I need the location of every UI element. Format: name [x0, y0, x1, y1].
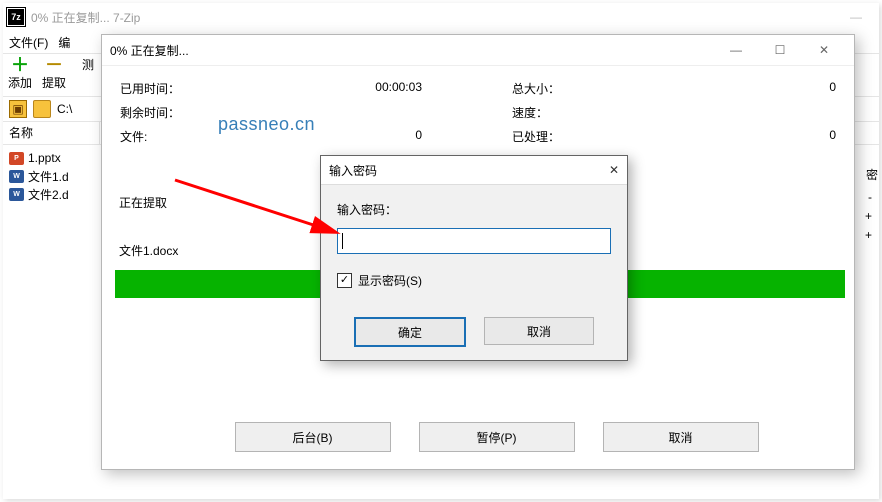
processed-label: 已处理： — [512, 128, 560, 145]
docx-icon: W — [9, 170, 24, 183]
toolbar-add-label: 添加 — [8, 74, 32, 91]
column-name[interactable]: 名称 — [3, 122, 100, 144]
elapsed-label: 已用时间： — [120, 80, 180, 97]
speed-label: 速度： — [512, 104, 548, 121]
app-icon: 7z — [7, 8, 25, 26]
file-name: 1.pptx — [28, 151, 61, 165]
show-password-label: 显示密码(S) — [358, 272, 422, 289]
watermark-text: passneo.cn — [218, 114, 315, 135]
toolbar-test-label: 测 — [82, 56, 94, 73]
folder-icon[interactable] — [33, 100, 51, 118]
menu-file[interactable]: 文件(F) — [9, 34, 48, 51]
text-caret — [342, 233, 343, 249]
password-title-bar[interactable]: 输入密码 ✕ — [321, 156, 627, 185]
background-button[interactable]: 后台(B) — [235, 422, 391, 452]
cancel-button[interactable]: 取消 — [484, 317, 594, 345]
column-encrypted[interactable]: 密 — [866, 166, 878, 183]
pptx-icon: P — [9, 152, 24, 165]
computer-icon[interactable]: ▣ — [9, 100, 27, 118]
processed-value: 0 — [776, 128, 836, 142]
total-value: 0 — [776, 80, 836, 94]
maximize-button[interactable]: ☐ — [758, 36, 802, 64]
encrypted-flag: + — [865, 228, 872, 242]
password-input[interactable] — [337, 228, 611, 254]
ok-button[interactable]: 确定 — [354, 317, 466, 347]
file-name: 文件1.d — [28, 168, 69, 185]
menu-edit[interactable]: 编 — [58, 34, 70, 51]
toolbar-test-button[interactable]: 测 — [71, 56, 105, 73]
path-text[interactable]: C:\ — [57, 102, 72, 116]
toolbar-extract-button[interactable]: － 提取 — [37, 56, 71, 91]
current-file-label: 文件1.docx — [119, 242, 178, 259]
pause-button[interactable]: 暂停(P) — [419, 422, 575, 452]
progress-title-bar[interactable]: 0% 正在复制... — ☐ ✕ — [102, 35, 854, 66]
outer-title-bar: 7z 0% 正在复制... 7-Zip — — [3, 3, 879, 31]
show-password-checkbox[interactable]: ✓ — [337, 273, 352, 288]
outer-window-title: 0% 正在复制... 7-Zip — [31, 9, 140, 26]
elapsed-value: 00:00:03 — [362, 80, 422, 94]
close-icon[interactable]: ✕ — [609, 163, 619, 177]
outer-minimize-button[interactable]: — — [833, 3, 879, 31]
encrypted-flag: + — [865, 209, 872, 223]
cancel-button[interactable]: 取消 — [603, 422, 759, 452]
minimize-button[interactable]: — — [714, 36, 758, 64]
encrypted-flag: - — [868, 190, 872, 204]
file-name: 文件2.d — [28, 186, 69, 203]
close-button[interactable]: ✕ — [802, 36, 846, 64]
minus-icon: － — [45, 56, 63, 74]
progress-title: 0% 正在复制... — [110, 42, 189, 59]
password-dialog-title: 输入密码 — [329, 162, 377, 179]
toolbar-add-button[interactable]: ＋ 添加 — [3, 56, 37, 91]
docx-icon: W — [9, 188, 24, 201]
toolbar-extract-label: 提取 — [42, 74, 66, 91]
extracting-label: 正在提取 — [119, 194, 167, 211]
password-dialog: 输入密码 ✕ 输入密码： ✓ 显示密码(S) 确定 取消 — [320, 155, 628, 361]
remaining-label: 剩余时间： — [120, 104, 180, 121]
password-label: 输入密码： — [337, 201, 611, 218]
plus-icon: ＋ — [11, 56, 29, 74]
total-label: 总大小： — [512, 80, 560, 97]
files-value: 0 — [362, 128, 422, 142]
files-label: 文件: — [120, 128, 147, 145]
